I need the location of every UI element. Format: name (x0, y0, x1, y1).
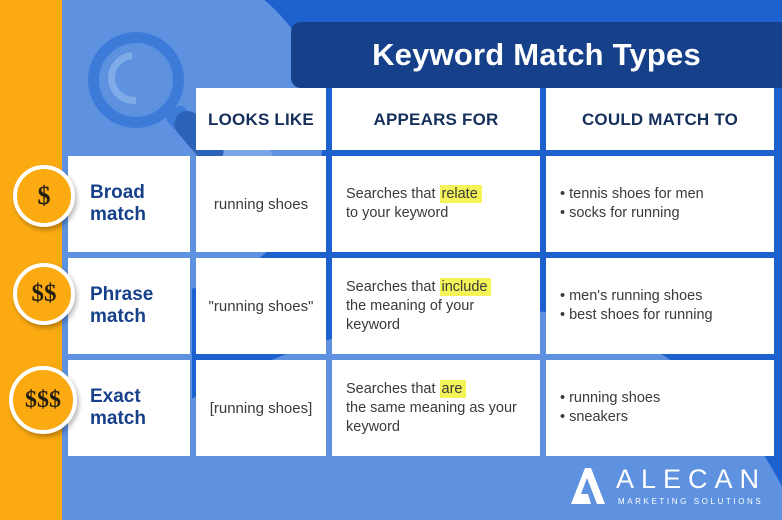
left-yellow-stripe (0, 0, 62, 520)
appears-pre: Searches that (346, 186, 440, 202)
list-item: • best shoes for running (560, 307, 713, 323)
header-cell-appears-for: APPEARS FOR (332, 88, 540, 150)
row-label-cell: Broad match (68, 156, 190, 252)
alecan-mark-icon (570, 468, 605, 504)
appears-highlight: are (439, 379, 467, 398)
table-header-row: LOOKS LIKE APPEARS FOR COULD MATCH TO (68, 88, 774, 150)
price-badge-broad: $ (13, 165, 75, 227)
row-label-cell: Exact match (68, 360, 190, 456)
row-could-match-cell: • tennis shoes for men • socks for runni… (546, 156, 774, 252)
match-types-table: LOOKS LIKE APPEARS FOR COULD MATCH TO Br… (68, 88, 774, 462)
row-could-match-cell: • men's running shoes • best shoes for r… (546, 258, 774, 354)
list-item: • running shoes (560, 390, 661, 406)
price-badge-exact: $$$ (9, 366, 77, 434)
row-could-match-cell: • running shoes • sneakers (546, 360, 774, 456)
list-item: • tennis shoes for men (560, 186, 704, 202)
header-cell-label (68, 88, 190, 150)
appears-highlight: relate (439, 185, 482, 203)
brand-logo: ALECAN MARKETING SOLUTIONS (568, 466, 766, 506)
appears-highlight: include (439, 277, 492, 296)
row-appears-for-cell: Searches that relate to your keyword (332, 156, 540, 252)
row-looks-like-cell: [running shoes] (196, 360, 326, 456)
header-cell-could-match-to: COULD MATCH TO (546, 88, 774, 150)
row-label-cell: Phrase match (68, 258, 190, 354)
appears-post: to your keyword (346, 205, 449, 221)
infographic-canvas: Keyword Match Types LOOKS LIKE APPEARS F… (0, 0, 782, 520)
title-bar: Keyword Match Types (291, 22, 782, 88)
list-item: • socks for running (560, 205, 680, 221)
row-appears-for-cell: Searches that are the same meaning as yo… (332, 360, 540, 456)
table-row: Phrase match "running shoes" Searches th… (68, 258, 774, 354)
header-cell-looks-like: LOOKS LIKE (196, 88, 326, 150)
row-looks-like-cell: "running shoes" (196, 258, 326, 354)
appears-pre: Searches that (346, 380, 440, 397)
price-badge-phrase: $$ (13, 263, 75, 325)
table-row: Broad match running shoes Searches that … (68, 156, 774, 252)
appears-post: the same meaning as your keyword (346, 399, 517, 435)
appears-pre: Searches that (346, 278, 440, 295)
table-row: Exact match [running shoes] Searches tha… (68, 360, 774, 456)
row-appears-for-cell: Searches that include the meaning of you… (332, 258, 540, 354)
page-title: Keyword Match Types (372, 37, 701, 72)
list-item: • sneakers (560, 409, 628, 425)
logo-name: ALECAN (615, 464, 766, 494)
appears-post: the meaning of your keyword (346, 297, 475, 333)
row-looks-like-cell: running shoes (196, 156, 326, 252)
list-item: • men's running shoes (560, 288, 703, 304)
logo-tagline: MARKETING SOLUTIONS (617, 497, 764, 506)
